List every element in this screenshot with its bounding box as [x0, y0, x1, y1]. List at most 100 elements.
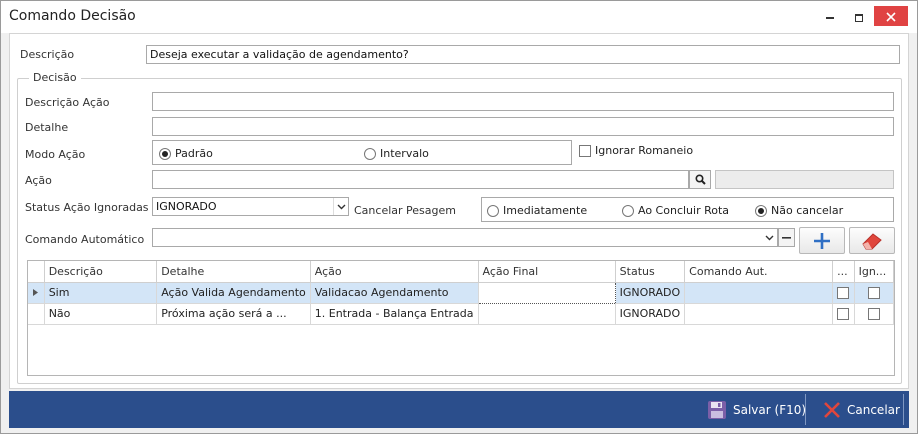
radio-ao-concluir-rota[interactable]: Ao Concluir Rota — [622, 204, 729, 217]
radio-dot-selected — [159, 147, 171, 160]
plus-icon — [814, 232, 830, 249]
comando-automatico-dropdown[interactable] — [762, 229, 777, 246]
cancelar-pesagem-radio-group: Imediatamente Ao Concluir Rota Não cance… — [481, 197, 894, 222]
cell-check-ignorado[interactable] — [854, 303, 894, 325]
grid-header-ignorado[interactable]: Ign... — [854, 261, 894, 283]
status-acao-label: Status Ação Ignoradas — [25, 201, 149, 214]
modo-acao-label: Modo Ação — [25, 148, 86, 161]
chevron-down-icon — [765, 235, 774, 240]
cell-detalhe[interactable]: Ação Valida Agendamento — [156, 282, 311, 304]
descricao-acao-label: Descrição Ação — [25, 96, 110, 109]
descricao-acao-input[interactable] — [152, 92, 894, 111]
cancel-button[interactable]: Cancelar — [823, 391, 900, 428]
floppy-disk-icon — [708, 400, 726, 419]
descricao-label: Descrição — [20, 48, 75, 61]
status-acao-value: IGNORADO — [156, 200, 217, 213]
cell-descricao[interactable]: Sim — [44, 282, 158, 304]
cell-acao[interactable]: 1. Entrada - Balança Entrada — [310, 303, 479, 325]
checkbox-box — [867, 287, 880, 299]
radio-padrao-label: Padrão — [175, 147, 213, 160]
cell-status[interactable]: IGNORADO — [615, 303, 686, 325]
descricao-input[interactable]: Deseja executar a validação de agendamen… — [146, 45, 900, 64]
table-row[interactable]: Não Próxima ação será a ... 1. Entrada -… — [28, 303, 894, 325]
acao-input[interactable] — [152, 170, 689, 189]
minus-icon — [782, 236, 791, 239]
dialog-window: Comando Decisão Descrição Deseja executa… — [0, 0, 918, 434]
acao-description-readonly — [715, 170, 894, 189]
checkbox-box — [837, 287, 850, 299]
grid-header-ellipsis[interactable]: ... — [832, 261, 855, 283]
cell-descricao[interactable]: Não — [44, 303, 158, 325]
footer-separator — [903, 394, 904, 425]
comando-automatico-label: Comando Automático — [25, 233, 145, 246]
radio-dot-selected — [755, 204, 767, 217]
row-indicator — [28, 303, 45, 325]
minimize-icon — [826, 16, 834, 19]
radio-nao-cancelar[interactable]: Não cancelar — [755, 204, 843, 217]
detalhe-label: Detalhe — [25, 121, 69, 134]
grid-header-row: Descrição Detalhe Ação Ação Final Status… — [28, 261, 894, 283]
radio-intervalo[interactable]: Intervalo — [364, 147, 429, 160]
cell-check-1[interactable] — [832, 303, 855, 325]
footer-bar: Salvar (F10) Cancelar — [9, 391, 909, 428]
checkbox-box — [579, 144, 591, 157]
grid-header-descricao[interactable]: Descrição — [44, 261, 158, 283]
ignorar-romaneio-checkbox[interactable]: Ignorar Romaneio — [579, 144, 693, 157]
close-icon — [886, 11, 896, 22]
grid-header-acao-final[interactable]: Ação Final — [478, 261, 616, 283]
cell-detalhe[interactable]: Próxima ação será a ... — [156, 303, 311, 325]
radio-dot — [487, 204, 499, 217]
cell-comando-aut[interactable] — [684, 282, 834, 304]
close-button[interactable] — [874, 6, 908, 26]
cell-acao-final[interactable] — [477, 281, 616, 304]
detalhe-input[interactable] — [152, 117, 894, 136]
ignorar-romaneio-label: Ignorar Romaneio — [595, 144, 694, 157]
status-acao-select[interactable]: IGNORADO — [152, 197, 349, 216]
minimize-button[interactable] — [815, 5, 845, 29]
checkbox-box — [867, 308, 880, 320]
add-button[interactable] — [799, 227, 845, 254]
decisoes-table: Descrição Detalhe Ação Ação Final Status… — [28, 261, 894, 325]
maximize-icon — [855, 13, 863, 22]
grid-header-indicator — [28, 261, 45, 283]
x-icon — [824, 401, 840, 418]
save-button-label: Salvar (F10) — [733, 402, 807, 417]
grid-header-comando-aut[interactable]: Comando Aut. — [684, 261, 834, 283]
maximize-button[interactable] — [844, 5, 874, 29]
acao-search-button[interactable] — [689, 170, 711, 189]
radio-padrao[interactable]: Padrão — [159, 147, 213, 160]
acao-label: Ação — [25, 174, 52, 187]
row-pointer-icon — [33, 289, 39, 296]
radio-dot — [364, 147, 376, 160]
cell-acao-final[interactable] — [478, 303, 616, 325]
window-title: Comando Decisão — [9, 8, 136, 24]
cell-check-ignorado[interactable] — [854, 282, 894, 304]
cell-check-1[interactable] — [832, 282, 855, 304]
cell-comando-aut[interactable] — [684, 303, 834, 325]
comando-automatico-clear-button[interactable] — [778, 228, 795, 247]
grid-header-status[interactable]: Status — [615, 261, 686, 283]
checkbox-box — [837, 308, 850, 320]
comando-automatico-select[interactable] — [152, 228, 778, 247]
title-bar: Comando Decisão — [1, 1, 917, 33]
eraser-button[interactable] — [849, 227, 895, 254]
cancelar-pesagem-label: Cancelar Pesagem — [354, 204, 456, 217]
radio-imediatamente-label: Imediatamente — [503, 204, 588, 217]
form-panel: Descrição Deseja executar a validação de… — [9, 33, 909, 389]
grid-header-acao[interactable]: Ação — [310, 261, 479, 283]
radio-ao-concluir-rota-label: Ao Concluir Rota — [638, 204, 730, 217]
footer-separator — [805, 394, 806, 425]
eraser-icon — [862, 232, 882, 249]
status-acao-dropdown[interactable] — [333, 198, 348, 215]
row-indicator — [28, 282, 45, 304]
table-row[interactable]: Sim Ação Valida Agendamento Validacao Ag… — [28, 281, 894, 304]
radio-imediatamente[interactable]: Imediatamente — [487, 204, 587, 217]
cell-status[interactable]: IGNORADO — [615, 282, 686, 304]
radio-intervalo-label: Intervalo — [380, 147, 429, 160]
cell-acao[interactable]: Validacao Agendamento — [310, 282, 479, 304]
chevron-down-icon — [337, 204, 345, 209]
radio-nao-cancelar-label: Não cancelar — [771, 204, 844, 217]
save-button[interactable]: Salvar (F10) — [707, 391, 806, 428]
radio-dot — [622, 204, 634, 217]
grid-header-detalhe[interactable]: Detalhe — [156, 261, 311, 283]
